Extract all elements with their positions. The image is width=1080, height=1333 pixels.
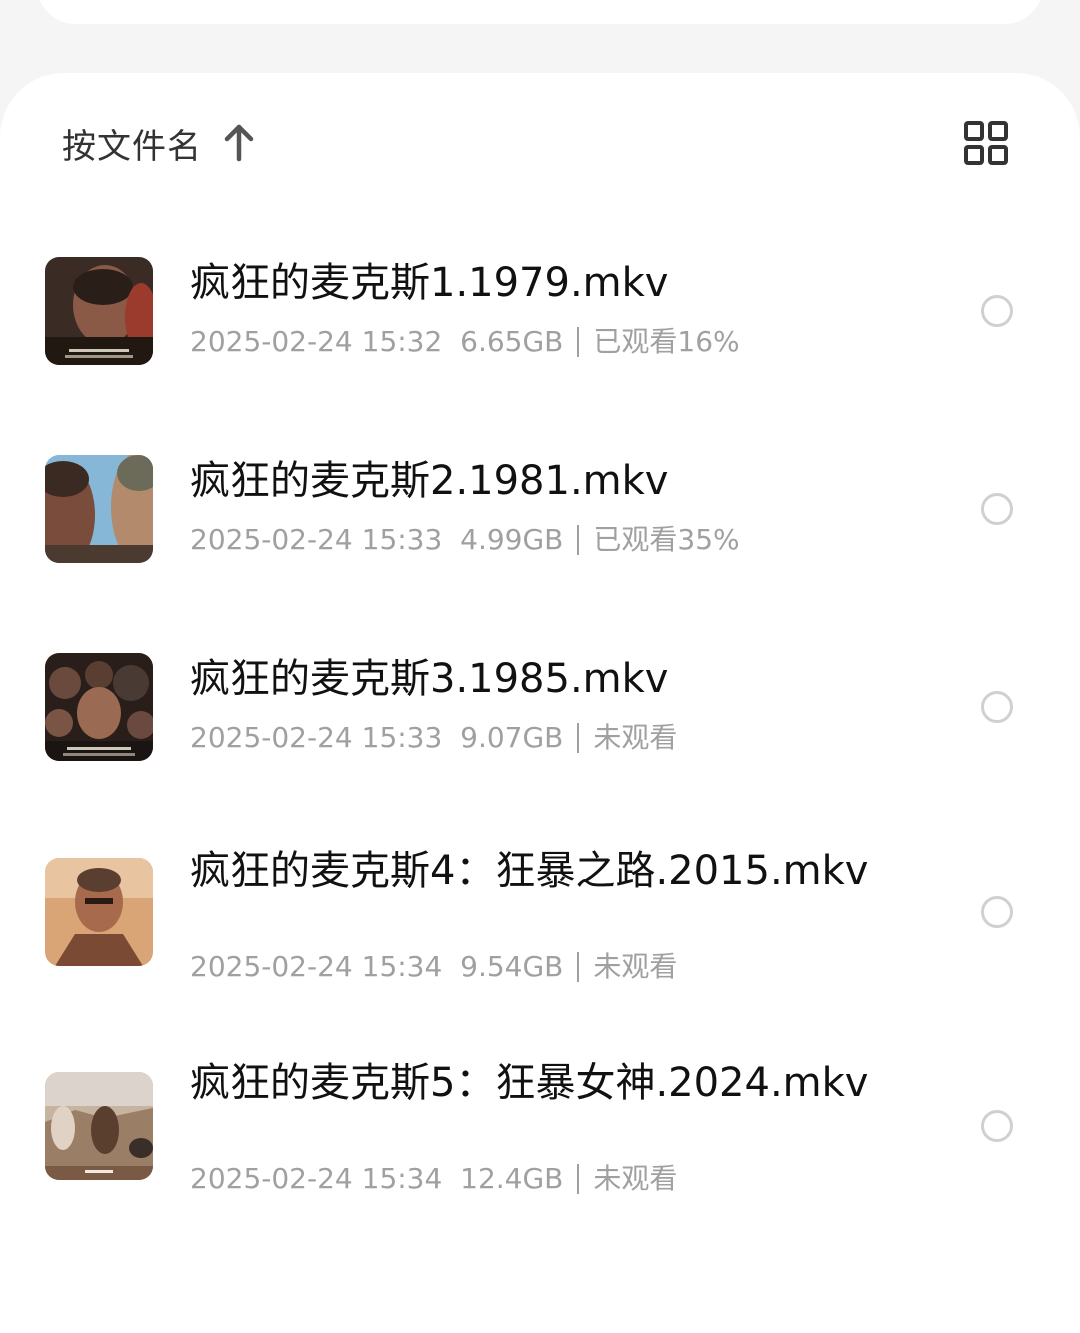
file-date: 2025-02-24 15:34 bbox=[190, 1162, 443, 1195]
meta-divider bbox=[577, 525, 580, 555]
file-meta: 2025-02-24 15:34 12.4GB 未观看 bbox=[190, 1157, 677, 1197]
select-radio[interactable] bbox=[981, 1110, 1013, 1142]
file-date: 2025-02-24 15:34 bbox=[190, 950, 443, 983]
file-meta: 2025-02-24 15:33 4.99GB 已观看35% bbox=[190, 518, 740, 558]
file-size: 4.99GB bbox=[460, 523, 564, 556]
select-radio[interactable] bbox=[981, 493, 1013, 525]
file-row[interactable]: 疯狂的麦克斯4：狂暴之路.2015.mkv 2025-02-24 15:34 9… bbox=[0, 830, 1080, 1000]
previous-card-surface bbox=[36, 0, 1044, 24]
watch-status: 已观看35% bbox=[593, 523, 740, 556]
sort-label: 按文件名 bbox=[62, 126, 202, 167]
file-size: 12.4GB bbox=[460, 1162, 564, 1195]
file-row[interactable]: 疯狂的麦克斯5：狂暴女神.2024.mkv 2025-02-24 15:34 1… bbox=[0, 1042, 1080, 1212]
file-size: 6.65GB bbox=[460, 325, 564, 358]
previous-card bbox=[0, 0, 1080, 24]
file-size: 9.07GB bbox=[460, 721, 564, 754]
file-row[interactable]: 疯狂的麦克斯2.1981.mkv 2025-02-24 15:33 4.99GB… bbox=[0, 428, 1080, 588]
watch-status: 未观看 bbox=[593, 950, 678, 983]
file-date: 2025-02-24 15:32 bbox=[190, 325, 443, 358]
movie-thumbnail-icon bbox=[45, 1072, 153, 1180]
file-meta: 2025-02-24 15:32 6.65GB 已观看16% bbox=[190, 320, 740, 360]
file-meta: 2025-02-24 15:33 9.07GB 未观看 bbox=[190, 716, 677, 756]
watch-status: 未观看 bbox=[593, 721, 678, 754]
file-name: 疯狂的麦克斯2.1981.mkv bbox=[190, 458, 669, 504]
file-name: 疯狂的麦克斯4：狂暴之路.2015.mkv bbox=[190, 848, 869, 894]
file-name: 疯狂的麦克斯5：狂暴女神.2024.mkv bbox=[190, 1060, 869, 1106]
meta-divider bbox=[577, 952, 580, 982]
select-radio[interactable] bbox=[981, 295, 1013, 327]
watch-status: 未观看 bbox=[593, 1162, 678, 1195]
file-row[interactable]: 疯狂的麦克斯3.1985.mkv 2025-02-24 15:33 9.07GB… bbox=[0, 626, 1080, 786]
sort-by-name-button[interactable]: 按文件名 bbox=[62, 118, 256, 168]
file-meta: 2025-02-24 15:34 9.54GB 未观看 bbox=[190, 945, 677, 985]
watch-status: 已观看16% bbox=[593, 325, 740, 358]
meta-divider bbox=[577, 723, 580, 753]
movie-thumbnail-icon bbox=[45, 257, 153, 365]
arrow-up-icon bbox=[222, 123, 256, 163]
file-row[interactable]: 疯狂的麦克斯1.1979.mkv 2025-02-24 15:32 6.65GB… bbox=[0, 230, 1080, 390]
meta-divider bbox=[577, 327, 580, 357]
file-name: 疯狂的麦克斯3.1985.mkv bbox=[190, 656, 669, 702]
grid-view-icon[interactable] bbox=[962, 119, 1010, 167]
select-radio[interactable] bbox=[981, 896, 1013, 928]
file-name: 疯狂的麦克斯1.1979.mkv bbox=[190, 260, 669, 306]
file-size: 9.54GB bbox=[460, 950, 564, 983]
file-date: 2025-02-24 15:33 bbox=[190, 721, 443, 754]
movie-thumbnail-icon bbox=[45, 653, 153, 761]
movie-thumbnail-icon bbox=[45, 455, 153, 563]
meta-divider bbox=[577, 1164, 580, 1194]
movie-thumbnail-icon bbox=[45, 858, 153, 966]
file-date: 2025-02-24 15:33 bbox=[190, 523, 443, 556]
select-radio[interactable] bbox=[981, 691, 1013, 723]
